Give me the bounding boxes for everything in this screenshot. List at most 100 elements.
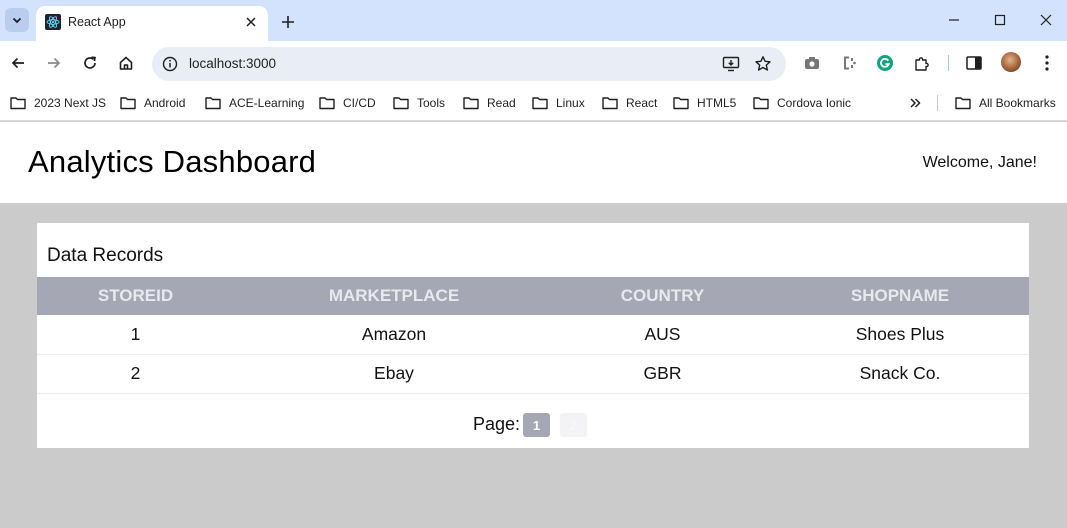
- home-button[interactable]: [115, 52, 137, 74]
- app-header: Analytics Dashboard Welcome, Jane!: [0, 122, 1067, 203]
- reload-button[interactable]: [79, 52, 101, 74]
- bookmark-label: HTML5: [697, 96, 737, 110]
- bookmark-label: 2023 Next JS: [34, 96, 107, 110]
- minimize-icon: [949, 19, 959, 21]
- bookmark-folder[interactable]: Read: [463, 94, 516, 112]
- more-vertical-icon: [1045, 55, 1049, 71]
- table-header-row: STOREID MARKETPLACE COUNTRY SHOPNAME: [37, 277, 1029, 315]
- react-logo-icon: [45, 14, 61, 30]
- info-icon[interactable]: [162, 56, 178, 72]
- bookmark-folder[interactable]: Linux: [532, 94, 585, 112]
- extensions-button[interactable]: [912, 53, 932, 73]
- bookmark-folder[interactable]: ACE-Learning: [205, 94, 304, 112]
- bookmark-folder[interactable]: Cordova Ionic: [753, 94, 851, 112]
- side-panel-button[interactable]: [964, 53, 984, 73]
- bookmarks-divider: [937, 95, 938, 111]
- folder-icon: [10, 97, 26, 110]
- bookmark-star-button[interactable]: [754, 55, 772, 73]
- table-row: 1 Amazon AUS Shoes Plus: [37, 315, 1029, 355]
- grammarly-button[interactable]: [875, 53, 895, 73]
- welcome-message: Welcome, Jane!: [922, 154, 1037, 171]
- new-tab-button[interactable]: [277, 11, 299, 33]
- bookmark-folder[interactable]: Tools: [393, 94, 445, 112]
- column-header-country[interactable]: COUNTRY: [554, 277, 771, 315]
- all-bookmarks-button[interactable]: All Bookmarks: [955, 94, 1056, 112]
- address-bar[interactable]: localhost:3000: [152, 47, 786, 81]
- plus-icon: [282, 16, 294, 28]
- bookmark-folder[interactable]: 2023 Next JS: [10, 94, 106, 112]
- back-button[interactable]: [7, 52, 29, 74]
- bookmark-label: CI/CD: [343, 96, 376, 110]
- forward-button[interactable]: [43, 52, 65, 74]
- camera-icon: [805, 57, 819, 69]
- folder-icon: [120, 97, 136, 110]
- tab-close-button[interactable]: [242, 13, 260, 31]
- folder-icon: [955, 97, 971, 110]
- folder-icon: [532, 97, 548, 110]
- folder-icon: [673, 97, 689, 110]
- arrow-left-icon: [11, 57, 24, 69]
- browser-tab[interactable]: React App: [36, 6, 268, 41]
- install-icon: [722, 56, 740, 72]
- cell-marketplace: Amazon: [234, 315, 554, 355]
- minimize-button[interactable]: [944, 10, 964, 30]
- browser-toolbar: localhost:3000: [0, 41, 1067, 85]
- chevron-double-right-icon: [910, 98, 921, 108]
- reload-icon: [84, 56, 96, 69]
- table-row: 2 Ebay GBR Snack Co.: [37, 354, 1029, 394]
- bookmark-folder[interactable]: HTML5: [673, 94, 736, 112]
- bookmarks-overflow-button[interactable]: [905, 94, 925, 112]
- bookmark-label: Cordova Ionic: [777, 96, 852, 110]
- tab-title: React App: [68, 15, 126, 29]
- column-header-shopname[interactable]: SHOPNAME: [771, 277, 1029, 315]
- cell-shopname: Shoes Plus: [771, 315, 1029, 355]
- tab-search-button[interactable]: [5, 8, 29, 32]
- bookmark-label: React: [626, 96, 658, 110]
- maximize-button[interactable]: [990, 10, 1010, 30]
- browser-menu-button[interactable]: [1037, 53, 1057, 73]
- folder-icon: [205, 97, 221, 110]
- page-button-1[interactable]: 1: [523, 413, 550, 437]
- pagination: Page: 1 2: [37, 413, 1029, 437]
- puzzle-icon: [915, 57, 929, 71]
- folder-icon: [393, 97, 409, 110]
- install-app-button[interactable]: [722, 55, 740, 73]
- grammarly-icon: [877, 55, 893, 71]
- code-extension-icon: [844, 56, 856, 70]
- cell-country: GBR: [554, 354, 771, 394]
- bookmark-label: ACE-Learning: [229, 96, 305, 110]
- bookmark-label: Linux: [556, 96, 585, 110]
- column-header-storeid[interactable]: STOREID: [37, 277, 234, 315]
- records-table: STOREID MARKETPLACE COUNTRY SHOPNAME 1 A…: [37, 277, 1029, 394]
- close-icon: [246, 17, 256, 27]
- screenshot-extension-button[interactable]: [802, 53, 822, 73]
- page-button-2[interactable]: 2: [560, 413, 587, 437]
- browser-tab-bar: React App: [0, 0, 1067, 41]
- card-title: Data Records: [47, 245, 164, 266]
- profile-avatar[interactable]: [1001, 52, 1021, 72]
- cell-shopname: Snack Co.: [771, 354, 1029, 394]
- bookmark-folder[interactable]: React: [602, 94, 657, 112]
- cell-storeid: 1: [37, 315, 234, 355]
- bookmark-label: Tools: [417, 96, 446, 110]
- code-extension-button[interactable]: [839, 53, 859, 73]
- pagination-label: Page:: [473, 414, 521, 434]
- cell-storeid: 2: [37, 354, 234, 394]
- maximize-icon: [994, 14, 1006, 26]
- arrow-right-icon: [48, 57, 61, 69]
- side-panel-icon: [966, 56, 982, 70]
- close-window-button[interactable]: [1036, 10, 1056, 30]
- cell-country: AUS: [554, 315, 771, 355]
- folder-icon: [602, 97, 618, 110]
- bookmarks-bar: 2023 Next JS Android ACE-Learning CI/CD …: [0, 85, 1067, 121]
- folder-icon: [753, 97, 769, 110]
- data-records-card: Data Records STOREID MARKETPLACE COUNTRY…: [37, 223, 1029, 448]
- bookmark-folder[interactable]: Android: [120, 94, 185, 112]
- bookmark-folder[interactable]: CI/CD: [319, 94, 376, 112]
- url-text[interactable]: localhost:3000: [189, 56, 276, 71]
- home-icon: [119, 56, 133, 70]
- column-header-marketplace[interactable]: MARKETPLACE: [234, 277, 554, 315]
- cell-marketplace: Ebay: [234, 354, 554, 394]
- page-title: Analytics Dashboard: [28, 144, 317, 179]
- all-bookmarks-label: All Bookmarks: [979, 96, 1056, 110]
